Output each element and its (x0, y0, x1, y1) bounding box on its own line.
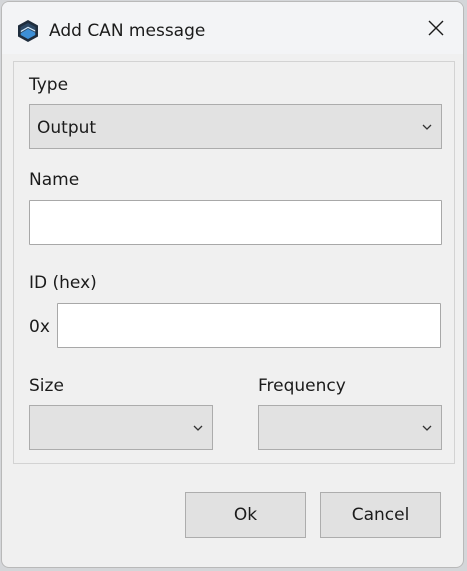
close-icon (428, 20, 444, 36)
title-bar[interactable]: Add CAN message (2, 2, 463, 54)
chevron-down-icon (422, 425, 432, 431)
id-label: ID (hex) (29, 273, 97, 293)
chevron-down-icon (422, 124, 432, 130)
frequency-dropdown[interactable] (258, 405, 442, 450)
name-input[interactable] (30, 201, 441, 244)
cancel-button[interactable]: Cancel (320, 492, 441, 538)
size-dropdown[interactable] (29, 405, 213, 450)
frequency-label: Frequency (258, 376, 346, 396)
type-dropdown-value: Output (37, 118, 97, 138)
add-can-message-dialog: Add CAN message Type Output Name ID (hex… (1, 1, 464, 568)
type-dropdown[interactable]: Output (29, 104, 442, 149)
dialog-title: Add CAN message (49, 21, 206, 41)
form-panel: Type Output Name ID (hex) 0x Size Freque… (13, 61, 455, 464)
id-field[interactable] (57, 303, 441, 348)
close-button[interactable] (409, 2, 463, 54)
app-logo-icon (18, 20, 38, 42)
id-hex-prefix: 0x (29, 317, 50, 337)
size-label: Size (29, 376, 64, 396)
name-field[interactable] (29, 200, 442, 245)
name-label: Name (29, 170, 80, 190)
type-label: Type (29, 75, 69, 95)
id-input[interactable] (58, 304, 440, 347)
chevron-down-icon (193, 425, 203, 431)
ok-button[interactable]: Ok (185, 492, 306, 538)
